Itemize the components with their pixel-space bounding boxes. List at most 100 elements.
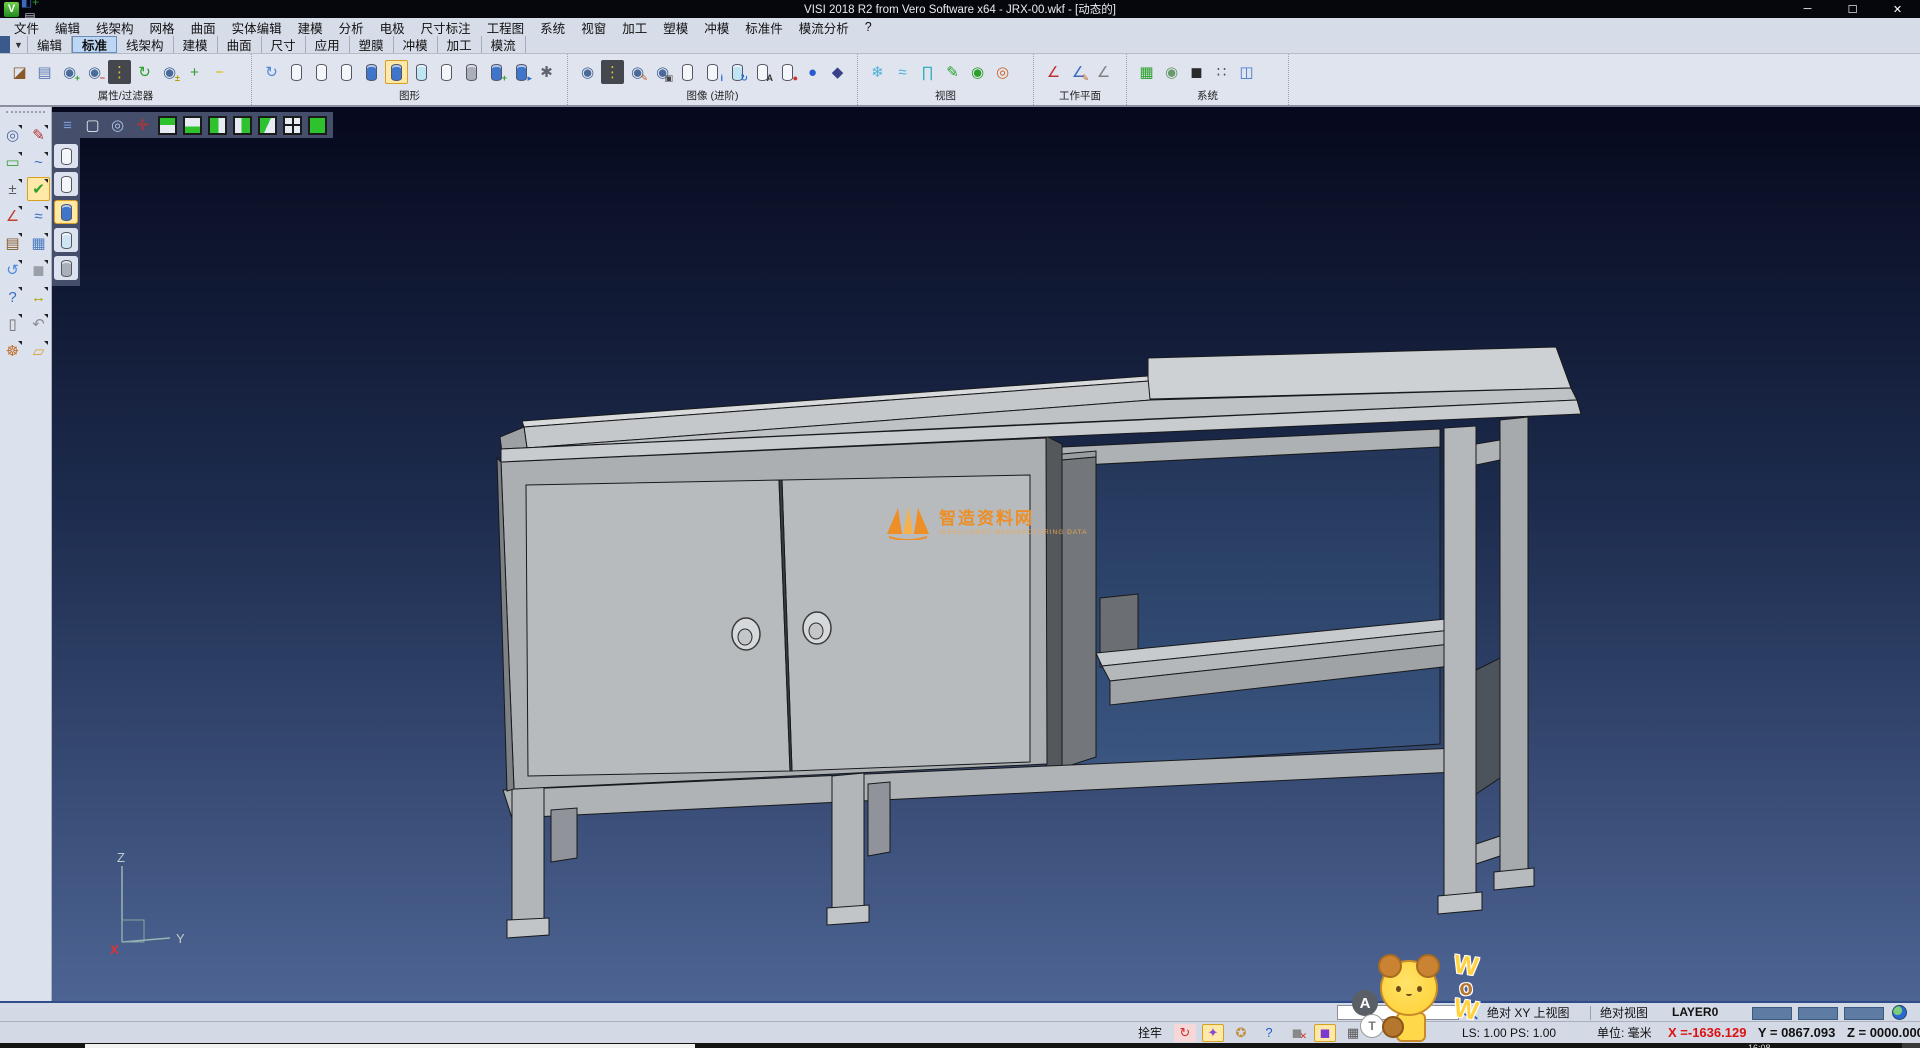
hidden-line-mode-icon[interactable] [310,60,333,84]
layer-label[interactable]: LAYER0 [1672,1005,1718,1019]
toolbar-tab[interactable]: 应用 [306,36,350,53]
pane-grid-icon[interactable]: ▦ [1342,1024,1364,1042]
capture-view-icon[interactable]: ◉▣ [651,60,674,84]
dashed-hidden-mode-icon[interactable] [335,60,358,84]
minimize-button[interactable]: ─ [1785,0,1830,18]
os-taskbar[interactable]: 16:08 [0,1043,1920,1048]
toolbar-tab[interactable]: 编辑 [28,36,72,53]
magic-wand-icon[interactable]: ✦ [1202,1024,1224,1042]
tab-dropdown-icon[interactable]: ▼ [10,36,28,53]
toolbar-tab[interactable]: 冲模 [394,36,438,53]
regenerate-icon[interactable]: ↻ [260,60,283,84]
menu-item[interactable]: 加工 [614,18,655,36]
menu-item[interactable]: 曲面 [183,18,224,36]
origin-axes-icon[interactable]: ✛ [131,113,154,137]
stamp-icon[interactable]: ✪ [1230,1024,1252,1042]
shield-render-icon[interactable]: ◆ [826,60,849,84]
eraser-attributes-icon[interactable]: ◪ [8,60,31,84]
mesh-mode-icon[interactable] [460,60,483,84]
navigator-wheel-icon[interactable]: ☸ [1,339,24,363]
measure-view-icon[interactable]: ∏ [916,60,939,84]
hide-entities-icon[interactable]: ◉− [83,60,106,84]
menu-item[interactable]: 塑模 [655,18,696,36]
solid-info-icon[interactable]: i [701,60,724,84]
viewbar-menu-icon[interactable]: ≡ [56,113,79,137]
sync-disabled-icon[interactable]: ↻ [1174,1024,1196,1042]
world-icon[interactable]: ◉ [1160,60,1183,84]
select-view-icon[interactable]: ◉ [966,60,989,84]
attributes-books-icon[interactable]: ▤ [1,231,24,255]
menu-item[interactable]: ? [857,18,880,36]
refresh-view-icon[interactable]: ❄ [866,60,889,84]
taskbar-tray[interactable] [1902,1043,1920,1048]
toolbar-tab[interactable]: 曲面 [218,36,262,53]
render-cube-icon[interactable]: ◼ [1314,1024,1336,1042]
zoom-previous-icon[interactable]: ◎ [106,113,129,137]
traffic-filter-icon[interactable]: ⋮ [108,60,131,84]
globe-icon[interactable] [1892,1005,1907,1020]
flat-mode-icon[interactable] [435,60,458,84]
menu-item[interactable]: 编辑 [47,18,88,36]
fit-selection-icon[interactable]: ▭ [1,150,24,174]
menu-item[interactable]: 分析 [331,18,372,36]
select-magnifier-icon[interactable]: ◎ [1,123,24,147]
toggle-visibility-icon[interactable]: ◉± [158,60,181,84]
traffic-entity-icon[interactable]: ⋮ [601,60,624,84]
workplane-align-icon[interactable]: ∠ [1092,60,1115,84]
solid-mark-icon[interactable]: ● [776,60,799,84]
menu-item[interactable]: 工程图 [479,18,533,36]
workplane-icon[interactable]: ∠ [1042,60,1065,84]
help-icon[interactable]: ? [1,285,24,309]
toolbar-tab[interactable]: 加工 [438,36,482,53]
menu-item[interactable]: 建模 [290,18,331,36]
orb-render-icon[interactable]: ● [801,60,824,84]
view-isometric-icon[interactable] [306,113,329,137]
close-button[interactable]: ✕ [1875,0,1920,18]
show-entities-icon[interactable]: ◉+ [58,60,81,84]
strip-shaded-icon[interactable] [54,200,78,224]
render-off-icon[interactable]: ◼✕ [1286,1024,1308,1042]
undo-arrow-icon[interactable]: ↶ [27,312,50,336]
paste-render-attr-icon[interactable]: ▸ [510,60,533,84]
menu-item[interactable]: 文件 [6,18,47,36]
toolbar-tab[interactable]: 建模 [174,36,218,53]
solid-outline-icon[interactable] [676,60,699,84]
fit-window-icon[interactable]: ▢ [81,113,104,137]
taskbar-window-preview[interactable] [85,1044,695,1048]
view-left-icon[interactable] [256,113,279,137]
layer-color-box[interactable] [1844,1007,1884,1020]
3d-viewport[interactable]: Z Y X ≡▢◎✛ [52,107,1920,1001]
view-front-icon[interactable] [206,113,229,137]
open-folder-icon[interactable]: ▱ [27,339,50,363]
erase-pencil-icon[interactable]: ✎ [27,123,50,147]
toolbar-drag-handle[interactable] [6,111,45,119]
target-view-icon[interactable]: ◎ [991,60,1014,84]
view-bottom-icon[interactable] [181,113,204,137]
toolbar-tab[interactable]: 标准 [72,36,117,53]
toolbar-tab[interactable]: 线架构 [117,36,174,53]
layers-icon[interactable]: ◫ [1235,60,1258,84]
toolbar-tab[interactable]: 尺寸 [262,36,306,53]
window-pane-icon[interactable]: ▦ [27,231,50,255]
absolute-view-label[interactable]: 绝对视图 [1600,1004,1648,1021]
delete-trash-icon[interactable]: ▯ [1,312,24,336]
strip-transparent-icon[interactable] [54,228,78,252]
screen-icon[interactable]: ◼ [1185,60,1208,84]
layer-color-box[interactable] [1752,1007,1792,1020]
context-help-icon[interactable]: ? [1258,1024,1280,1042]
search-icon[interactable] [1462,1006,1472,1016]
solid-label-icon[interactable]: A [751,60,774,84]
curve-edit-icon[interactable]: ~ [27,150,50,174]
add-filter-icon[interactable]: + [183,60,206,84]
workplane-edit-icon[interactable]: ∠✎ [1067,60,1090,84]
maximize-button[interactable]: ☐ [1830,0,1875,18]
menu-item[interactable]: 模流分析 [791,18,857,36]
solid-dynamic-icon[interactable]: ↻ [726,60,749,84]
view-right-wire-icon[interactable] [281,113,304,137]
menu-item[interactable]: 视窗 [573,18,614,36]
save-all-icon[interactable]: ◧+ [22,0,38,9]
graphics-settings-icon[interactable]: ✱ [535,60,558,84]
view-entity-icon[interactable]: ◉ [576,60,599,84]
solid-cube-icon[interactable]: ◼ [27,258,50,282]
strip-mesh-icon[interactable] [54,256,78,280]
